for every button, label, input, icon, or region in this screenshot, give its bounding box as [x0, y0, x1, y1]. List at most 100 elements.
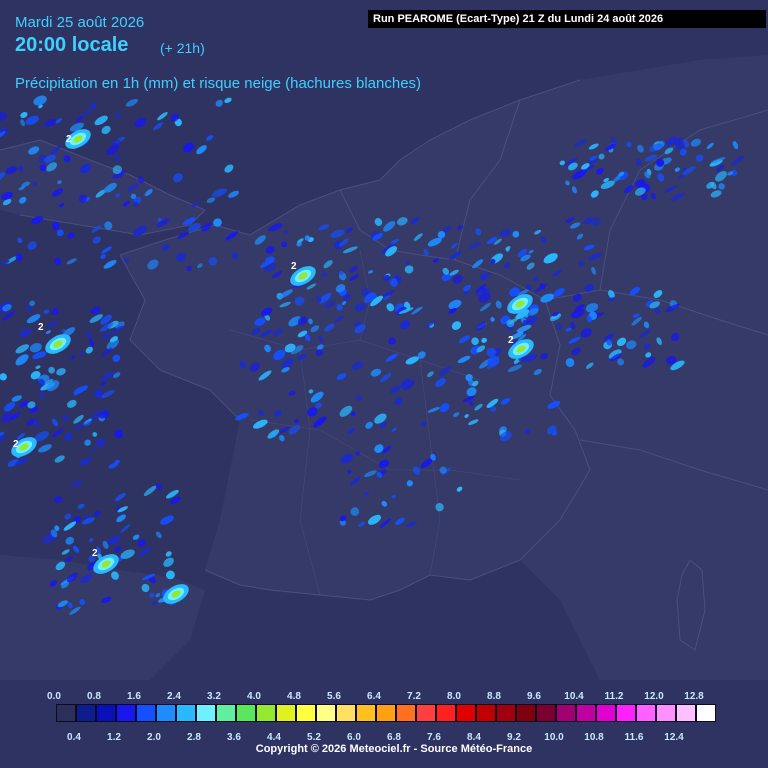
color-scale-legend: 0.0 0.8 1.6 2.4 3.2 4.0 4.8 5.6 6.4 7.2 8.0 8.8 9.6 1… [0, 684, 768, 768]
contour-label: 2 [291, 261, 297, 272]
legend-swatch [516, 704, 536, 722]
legend-swatch [176, 704, 196, 722]
precip-cell [20, 111, 28, 119]
precip-cell [15, 354, 29, 366]
contour-label: 2 [66, 134, 72, 145]
precip-cell [101, 246, 112, 254]
legend-label-bottom: 12.4 [664, 732, 684, 743]
precip-cell [38, 444, 52, 453]
precip-cell [89, 338, 95, 347]
legend-label-top: 4.0 [247, 691, 261, 702]
legend-label-bottom: 10.8 [584, 732, 604, 743]
precip-cell [125, 98, 139, 107]
legend-swatch [256, 704, 276, 722]
legend-label-top: 3.2 [207, 691, 221, 702]
precip-cell [115, 113, 121, 119]
precip-cell [143, 485, 157, 497]
legend-swatch [396, 704, 416, 722]
precip-cell [45, 330, 52, 335]
legend-swatch [356, 704, 376, 722]
precip-cell [27, 241, 37, 250]
legend-swatch [656, 704, 676, 722]
precip-cell [100, 254, 106, 259]
precip-cell [51, 307, 60, 316]
legend-label-bottom: 4.4 [267, 732, 281, 743]
precip-cell [114, 546, 122, 553]
precip-cell [15, 253, 23, 262]
copyright-text: Copyright © 2026 Meteociel.fr - Source M… [255, 743, 533, 755]
legend-label-bottom: 0.4 [67, 732, 81, 743]
precip-cell [79, 350, 84, 356]
precip-cell [92, 236, 102, 244]
precip-cell [116, 514, 127, 523]
precip-cell [77, 503, 85, 509]
precip-cell [73, 414, 84, 424]
precip-cell [47, 320, 59, 328]
legend-swatch [556, 704, 576, 722]
precip-cell [35, 365, 41, 369]
legend-label-bottom: 5.2 [307, 732, 321, 743]
precip-cell [43, 309, 50, 314]
precip-cell [206, 135, 214, 141]
legend-label-top: 6.4 [367, 691, 381, 702]
precip-cell [65, 536, 74, 545]
precip-cell [79, 457, 92, 466]
legend-label-bottom: 3.6 [227, 732, 241, 743]
precip-cell [15, 344, 30, 354]
precip-cell [51, 428, 64, 438]
precip-cell [160, 515, 174, 525]
precip-cell [67, 399, 77, 408]
legend-swatch [496, 704, 516, 722]
precip-cell [63, 521, 77, 531]
precip-cell [224, 164, 234, 173]
precip-cell [90, 306, 101, 315]
legend-label-bottom: 10.0 [544, 732, 564, 743]
contour-label: 2 [38, 322, 44, 333]
legend-swatch [196, 704, 216, 722]
precip-cell [212, 188, 227, 198]
legend-label-bottom: 6.0 [347, 732, 361, 743]
precip-cell [61, 414, 70, 422]
legend-label-bottom: 8.4 [467, 732, 481, 743]
precip-cell [224, 97, 232, 103]
legend-label-top: 8.0 [447, 691, 461, 702]
legend-swatch [596, 704, 616, 722]
precipitation-map: 2 2 2 2 2 2 [0, 55, 768, 680]
precip-cell [54, 257, 62, 265]
legend-swatch [416, 704, 436, 722]
legend-label-bottom: 1.2 [107, 732, 121, 743]
legend-label-top: 10.4 [564, 691, 584, 702]
precip-cell [54, 455, 65, 463]
precip-cell [115, 492, 126, 502]
legend-swatch [96, 704, 116, 722]
precip-cell [0, 373, 7, 381]
precip-cell [215, 99, 223, 107]
precip-cell [44, 118, 57, 127]
precip-cell [138, 547, 152, 557]
precip-cell [91, 447, 97, 452]
forecast-date: Mardi 25 août 2026 [15, 14, 145, 31]
legend-swatch [456, 704, 476, 722]
precip-cell [173, 172, 183, 183]
precip-cell [85, 331, 92, 339]
precip-cell [157, 112, 168, 121]
legend-label-bottom: 9.2 [507, 732, 521, 743]
contour-label: 2 [508, 335, 514, 346]
precip-cell [153, 122, 164, 131]
precip-cell [92, 432, 98, 437]
legend-swatch [576, 704, 596, 722]
legend-label-top: 4.8 [287, 691, 301, 702]
legend-swatch [616, 704, 636, 722]
precip-cell [11, 395, 23, 402]
legend-swatch [336, 704, 356, 722]
precip-cell [114, 429, 123, 439]
run-info-box: Run PEAROME (Ecart-Type) 21 Z du Lundi 2… [368, 10, 766, 28]
legend-swatch [136, 704, 156, 722]
legend-label-top: 1.6 [127, 691, 141, 702]
legend-label-top: 12.0 [644, 691, 664, 702]
precip-cell [155, 531, 162, 539]
legend-swatch [536, 704, 556, 722]
precip-cell [54, 495, 63, 504]
forecast-time: 20:00 locale [15, 34, 129, 56]
legend-swatch [276, 704, 296, 722]
